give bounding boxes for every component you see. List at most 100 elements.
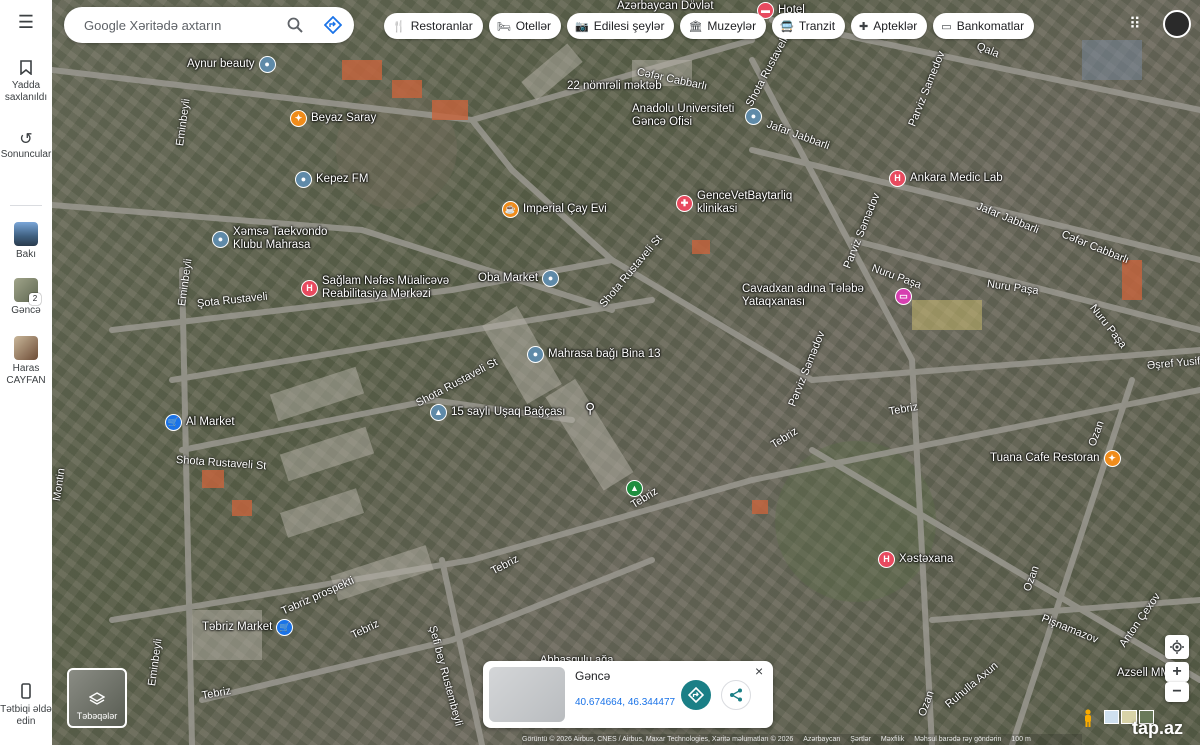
zoom-out-button[interactable]: − [1165,682,1189,702]
search-icon[interactable] [284,14,306,36]
satellite-map[interactable]: Cəfər Cabbarlı Shota Rustaveli St Jafar … [52,0,1200,745]
baku-thumbnail [14,222,38,246]
pegman-icon[interactable] [1082,709,1094,727]
restaurant-icon: 🍴 [392,20,406,33]
poi-imperial-cay[interactable]: ☕ Imperial Çay Evi [502,201,607,218]
poi-label: Aynur beauty [187,58,255,70]
poi-al-market[interactable]: 🛒 Al Market [165,414,235,431]
rail-divider [10,205,42,206]
search-input[interactable] [82,16,276,34]
transit-icon: 🚍 [780,20,794,33]
saved-button[interactable]: Yadda saxlanıldı [0,60,52,104]
poi-label: GenceVetBaytarliq klinikasi [697,190,793,215]
poi-label: Azsell MM [1117,667,1171,679]
zoom-in-button[interactable]: + [1165,662,1189,682]
location-thumbnail[interactable] [489,667,565,722]
category-chips: 🍴 Restoranlar 🛏 Otellər 📷 Edilesi şeylər 🏛 M… [384,13,1035,39]
chip-label: Restoranlar [410,19,473,33]
chip-museums[interactable]: 🏛 Muzeylər [680,13,767,39]
poi-saglam-nefes[interactable]: H Sağlam Nəfəs Müalicəvə Reabilitasiya Mə… [301,275,461,301]
chip-label: Tranzit [798,19,836,33]
apps-grid-icon[interactable]: ⠿ [1129,14,1149,34]
my-location-button[interactable] [1165,635,1189,659]
feedback-link[interactable]: Məhsul barədə rəy göndərin [914,736,1001,743]
directions-icon [688,687,704,703]
avatar[interactable] [1163,10,1191,38]
plus-icon: + [1172,663,1182,680]
baku-label: Bakı [15,249,36,260]
chip-hotels[interactable]: 🛏 Otellər [488,13,562,39]
poi-tuana-cafe[interactable]: Tuana Cafe Restoran ✦ [990,450,1121,467]
school-pin-icon: ● [745,107,762,125]
ganja-label: Gəncə [11,305,41,316]
poi-xestexana[interactable]: H Xəstəxana [878,551,953,568]
map-pin-icon: ● [212,230,229,248]
poi-vet-klinika[interactable]: ✚ GenceVetBaytarliq klinikasi [676,190,816,216]
country-link[interactable]: Azərbaycan [803,736,840,743]
chip-restaurants[interactable]: 🍴 Restoranlar [384,13,483,39]
haras-label: Haras CAYFAN [6,363,46,386]
poi-tebriz-market[interactable]: Təbriz Market 🛒 [202,619,294,636]
saved-label: Yadda saxlanıldı [4,80,48,103]
get-app-button[interactable]: Tətbiqi əldə edin [0,683,52,728]
poi-oba-market[interactable]: Oba Market ● [478,270,560,287]
map-credits: Görüntü © 2026 Airbus, CNES / Airbus, Ma… [522,736,794,743]
poi-label: Tuana Cafe Restoran [990,452,1100,464]
hospital-pin-icon: H [889,170,906,187]
directions-icon[interactable] [322,14,344,36]
menu-button[interactable]: ☰ [0,13,52,31]
close-icon[interactable]: × [755,663,763,679]
share-button[interactable] [721,680,751,710]
phone-icon [0,683,52,701]
poi-anadolu-universiteti[interactable]: Anadolu Universiteti Gəncə Ofisi ● [632,103,762,129]
location-coordinates[interactable]: 40.674664, 46.344477 [575,697,675,708]
poi-label: Sağlam Nəfəs Müalicəvə Reabilitasiya Mər… [322,275,450,300]
poi-mektab[interactable]: 22 nömrəli məktəb [567,80,662,93]
poi-mahrasa-bagi[interactable]: ● Mahrasa bağı Bina 13 [527,346,661,363]
poi-ankara-medic[interactable]: H Ankara Medic Lab [889,170,1003,187]
hospital-pin-icon: ✚ [676,194,693,212]
poi-kepez-fm[interactable]: ● Kepez FM [295,171,368,188]
location-title: Gəncə [575,669,611,683]
poi-aynur-beauty[interactable]: Aynur beauty ● [187,56,276,73]
left-rail: ☰ Yadda saxlanıldı ↺ Sonuncular Bakı 2 G… [0,0,52,745]
poi-label: Xəmsə Taekvondo Klubu Mahrasa [233,226,328,251]
scale-bar[interactable]: 100 m [1011,736,1030,743]
layers-icon [89,692,105,705]
watermark-logo: tap.az [1132,718,1184,738]
poi-xemse-taekvondo[interactable]: ● Xəmsə Taekvondo Klubu Mahrasa [212,226,352,252]
directions-button[interactable] [681,680,711,710]
map-pin-icon: ● [542,270,560,287]
poi-cavadxan-yataqxana[interactable]: Cavadxan adına Tələbə Yataqxanası ▭ [742,283,912,309]
search-box[interactable] [64,7,354,43]
restaurant-pin-icon: ✦ [1103,450,1121,467]
chip-pharmacies[interactable]: ✚ Apteklər [851,13,928,39]
poi-location-marker[interactable]: ⚲ [585,401,595,415]
history-icon: ↺ [19,131,33,148]
poi-label: 15 saylı Uşaq Bağçası [451,406,566,418]
minus-icon: − [1172,683,1182,700]
park-pin-icon: ▲ [626,480,643,497]
recent-place-ganja[interactable]: 2 Gəncə [0,278,52,317]
recent-place-baku[interactable]: Bakı [0,222,52,261]
chip-label: Edilesi şeylər [593,19,665,33]
poi-usaq-bagcasi[interactable]: ▲ 15 saylı Uşaq Bağçası [430,404,565,421]
poi-beyaz-saray[interactable]: ✦ Beyaz Saray [290,110,376,127]
hospital-pin-icon: H [878,551,895,568]
recent-button[interactable]: ↺ Sonuncular [0,131,52,161]
privacy-link[interactable]: Məxfilik [881,736,904,743]
recent-place-haras[interactable]: Haras CAYFAN [0,336,52,387]
poi-park[interactable]: ▲ [626,480,643,497]
chip-things-to-do[interactable]: 📷 Edilesi şeylər [567,13,675,39]
poi-azsell[interactable]: Azsell MM [1117,667,1170,680]
camera-icon: 📷 [575,20,589,33]
poi-label: Imperial Çay Evi [523,203,607,215]
layers-button[interactable]: Təbəqələr [67,668,127,728]
poi-azerbaycan-dovlet[interactable]: Azərbaycan Dövlət [617,0,714,13]
map-pin-icon: ● [527,346,544,363]
ganja-count-badge: 2 [29,293,41,305]
chip-atms[interactable]: ▭ Bankomatlar [933,13,1035,39]
tile-map[interactable] [1104,710,1120,724]
chip-transit[interactable]: 🚍 Tranzit [772,13,846,39]
terms-link[interactable]: Şərtlər [850,736,871,743]
